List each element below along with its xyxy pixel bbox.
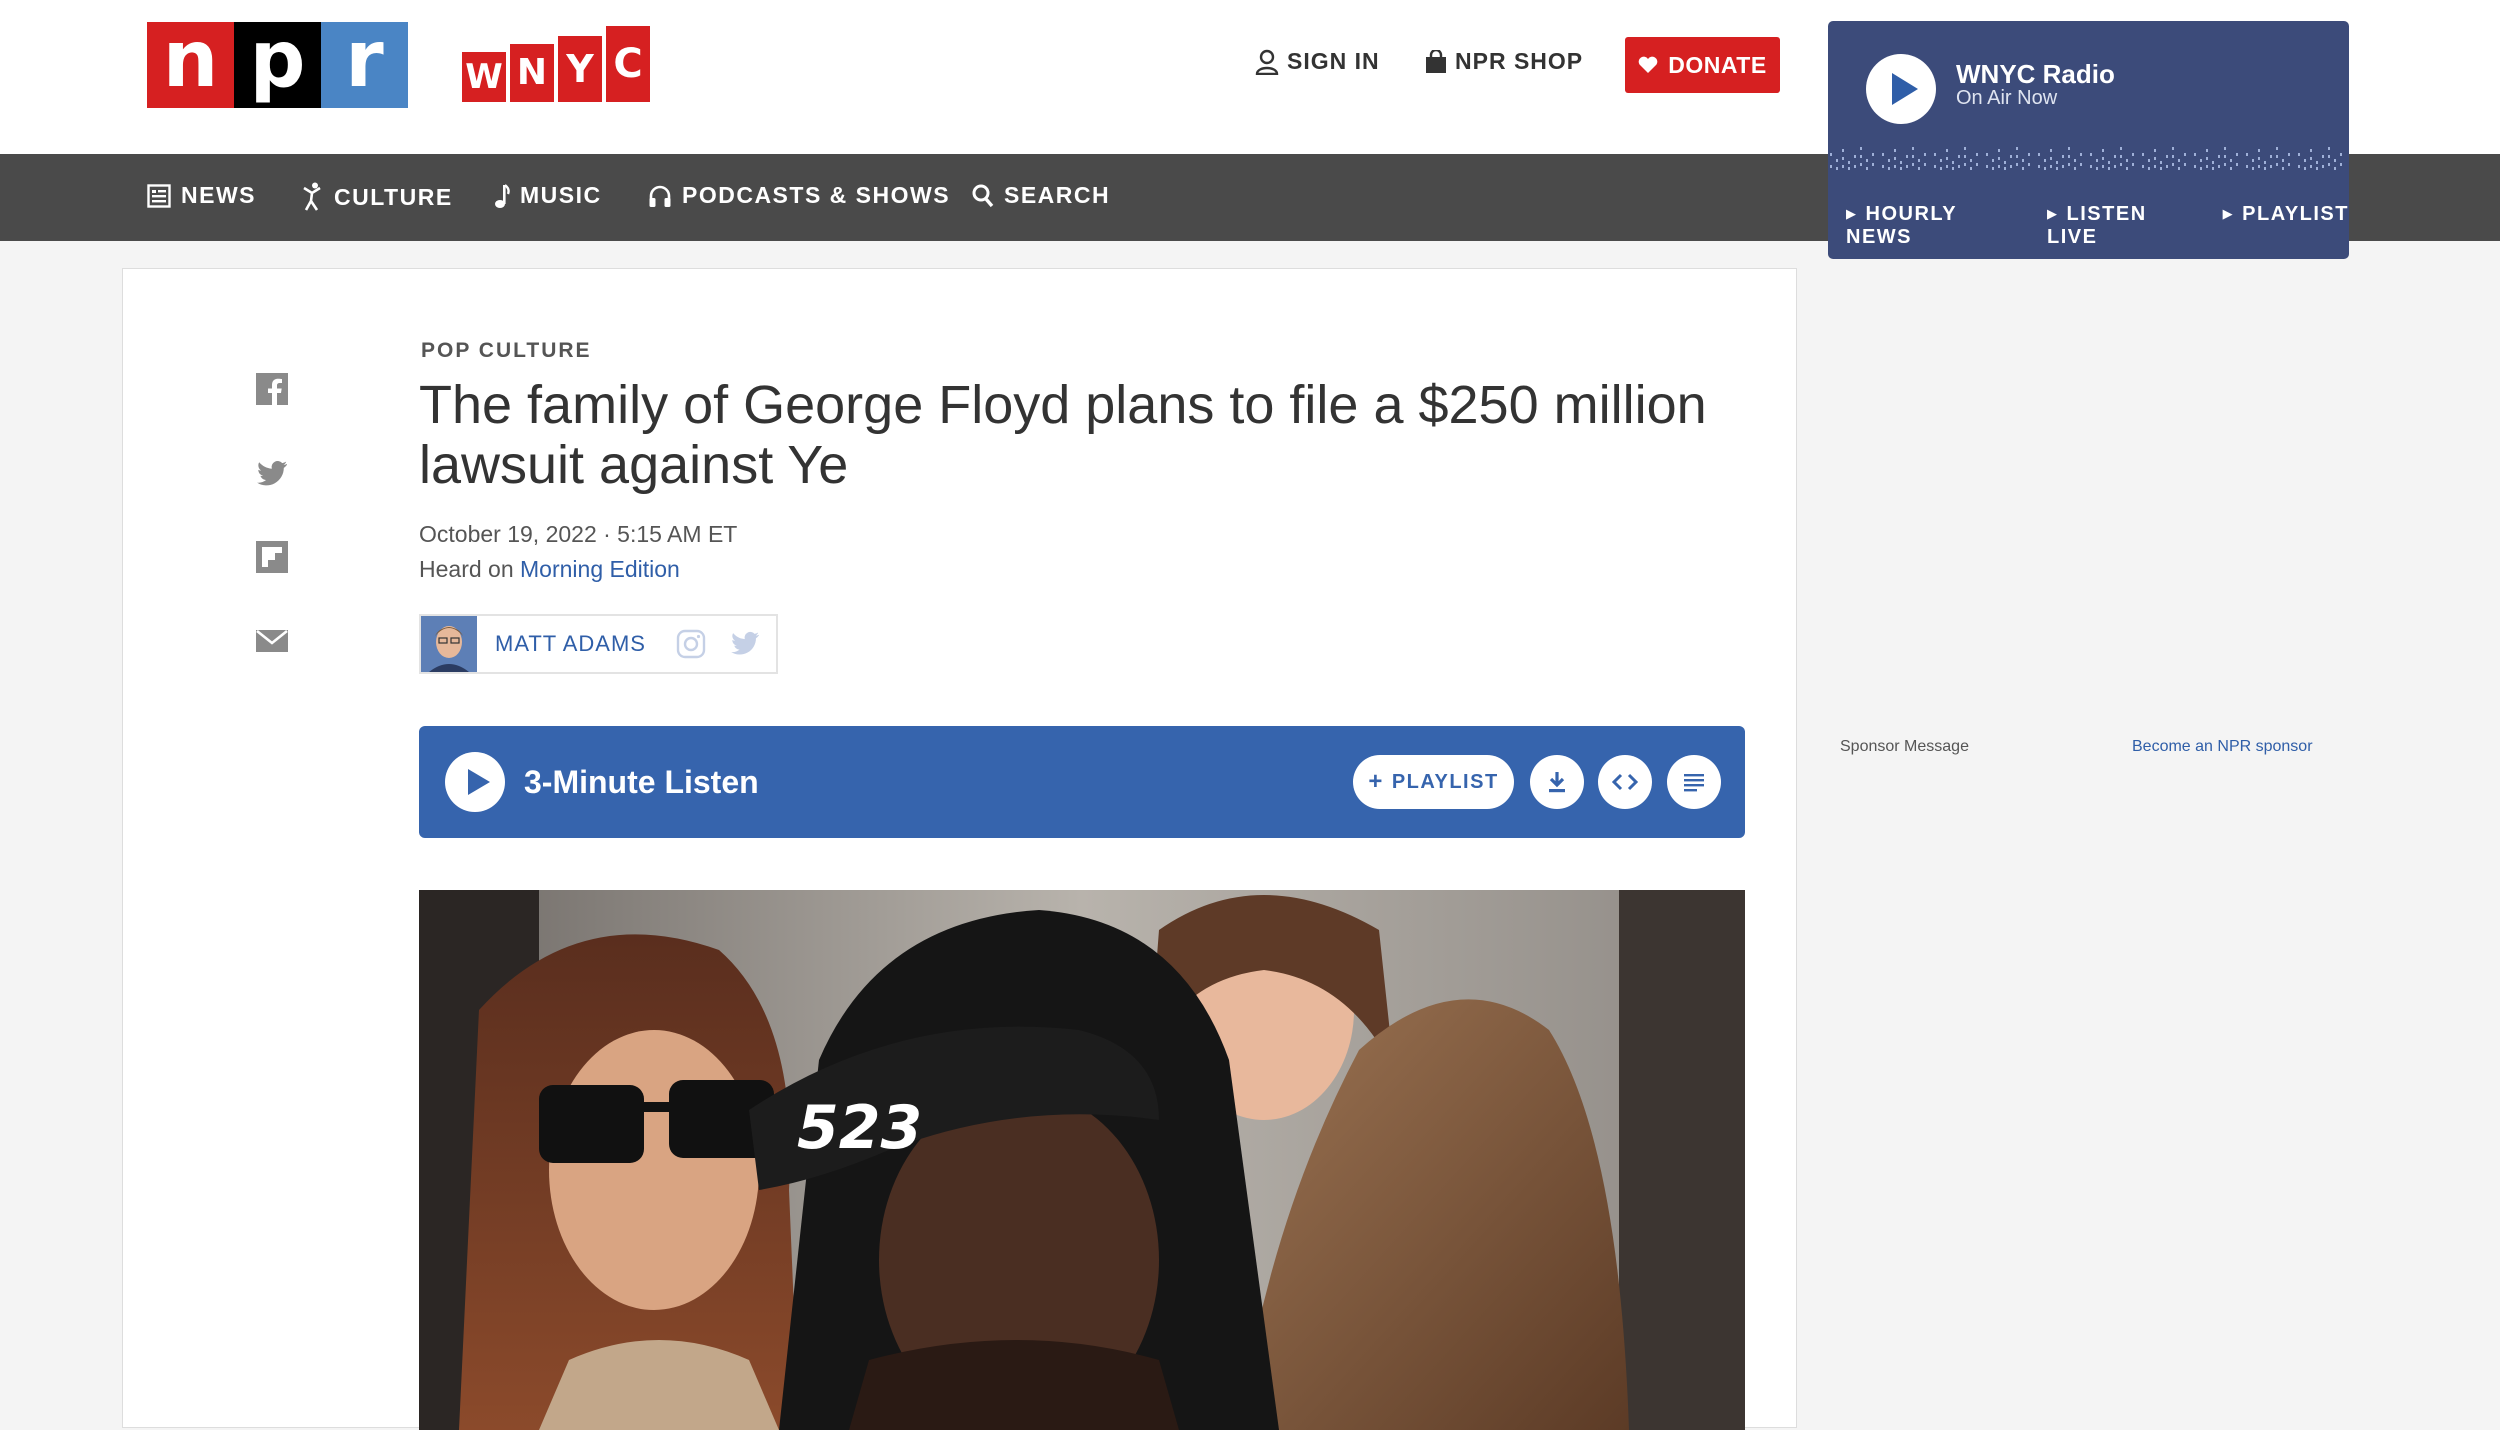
author-name-link[interactable]: MATT ADAMS <box>495 631 646 657</box>
npr-shop-link[interactable]: NPR SHOP <box>1425 48 1583 75</box>
shopping-bag-icon <box>1426 49 1446 73</box>
cap-logo-text: 523 <box>797 1093 922 1163</box>
nav-item-podcasts[interactable]: PODCASTS & SHOWS <box>648 182 950 209</box>
nav-item-search[interactable]: SEARCH <box>972 182 1110 209</box>
radio-link-hourly-news[interactable]: ▶ HOURLY NEWS <box>1846 203 2021 249</box>
wnyc-logo-n: N <box>510 44 554 102</box>
search-icon <box>972 184 994 207</box>
radio-link-label: LISTEN LIVE <box>2047 203 2147 248</box>
article-lead-photo[interactable]: 523 <box>419 890 1745 1430</box>
twitter-icon[interactable] <box>256 457 288 489</box>
npr-shop-label: NPR SHOP <box>1455 48 1584 74</box>
playlist-label: PLAYLIST <box>1391 770 1499 793</box>
wnyc-logo[interactable]: W N Y C <box>462 26 650 102</box>
dancer-icon <box>303 182 321 211</box>
instagram-icon[interactable] <box>676 629 706 659</box>
nav-label-search: SEARCH <box>1004 182 1111 208</box>
nav-label-music: MUSIC <box>520 182 602 208</box>
twitter-icon[interactable] <box>730 631 760 657</box>
email-icon[interactable] <box>256 625 288 657</box>
radio-link-label: PLAYLIST <box>2242 203 2349 225</box>
play-triangle-icon: ▶ <box>2047 206 2059 221</box>
user-icon <box>1255 49 1279 75</box>
facebook-icon[interactable] <box>256 373 288 405</box>
play-triangle-icon: ▶ <box>2222 206 2235 221</box>
wnyc-logo-w: W <box>462 52 506 102</box>
heard-on-line: Heard on Morning Edition <box>419 556 680 583</box>
nav-item-music[interactable]: MUSIC <box>494 182 602 209</box>
plus-icon: + <box>1368 768 1384 795</box>
wnyc-logo-c: C <box>606 26 650 102</box>
sign-in-label: SIGN IN <box>1287 48 1380 74</box>
audio-waveform-graphic <box>1828 145 2349 173</box>
download-button[interactable] <box>1530 755 1584 809</box>
donate-label: DONATE <box>1668 51 1767 78</box>
heart-icon <box>1638 56 1658 73</box>
npr-logo-n: n <box>147 21 234 108</box>
flipboard-icon[interactable] <box>256 541 288 573</box>
nav-item-news[interactable]: NEWS <box>147 182 256 209</box>
radio-link-listen-live[interactable]: ▶ LISTEN LIVE <box>2047 203 2197 249</box>
radio-player-widget: WNYC Radio On Air Now ▶ HOURLY NEWS ▶ LIST… <box>1828 21 2349 259</box>
transcript-lines-icon <box>1684 774 1704 792</box>
add-to-playlist-button[interactable]: + PLAYLIST <box>1353 755 1514 809</box>
music-note-icon <box>495 183 510 208</box>
headphones-icon <box>649 185 671 207</box>
download-icon <box>1549 772 1565 793</box>
radio-on-air-label: On Air Now <box>1956 87 2058 109</box>
nav-label-podcasts: PODCASTS & SHOWS <box>682 182 951 208</box>
play-triangle-icon: ▶ <box>1846 206 1858 221</box>
radio-link-playlist[interactable]: ▶ PLAYLIST <box>2223 203 2349 249</box>
audio-play-button[interactable] <box>445 752 505 812</box>
embed-code-icon <box>1612 773 1638 791</box>
article-dateline: October 19, 2022 · 5:15 AM ET <box>419 521 738 547</box>
radio-play-button[interactable] <box>1866 54 1936 124</box>
author-avatar[interactable] <box>421 616 477 672</box>
news-icon <box>147 183 171 208</box>
article-section-label[interactable]: POP CULTURE <box>421 339 592 363</box>
morning-edition-link[interactable]: Morning Edition <box>520 556 680 582</box>
radio-links: ▶ HOURLY NEWS ▶ LISTEN LIVE ▶ PLAYLIST <box>1846 203 2349 249</box>
embed-button[interactable] <box>1598 755 1652 809</box>
nav-label-news: NEWS <box>181 182 256 208</box>
author-byline: MATT ADAMS <box>419 614 778 674</box>
sponsor-message-label: Sponsor Message <box>1840 738 1969 755</box>
npr-logo[interactable]: n p r <box>147 21 408 108</box>
npr-logo-p: p <box>234 21 321 108</box>
radio-link-label: HOURLY NEWS <box>1846 203 1957 248</box>
sign-in-link[interactable]: SIGN IN <box>1255 48 1380 75</box>
wnyc-logo-y: Y <box>558 36 602 102</box>
npr-logo-r: r <box>321 21 408 108</box>
radio-station-title: WNYC Radio <box>1956 59 2115 89</box>
article-card: POP CULTURE The family of George Floyd p… <box>122 268 1797 1430</box>
become-sponsor-link[interactable]: Become an NPR sponsor <box>2132 738 2313 756</box>
nav-item-culture[interactable]: CULTURE <box>302 182 453 212</box>
transcript-button[interactable] <box>1667 755 1721 809</box>
heard-on-prefix: Heard on <box>419 556 521 582</box>
article-headline: The family of George Floyd plans to file… <box>419 375 1707 495</box>
audio-duration-label: 3-Minute Listen <box>524 764 759 800</box>
audio-player: 3-Minute Listen + PLAYLIST <box>419 726 1745 838</box>
nav-label-culture: CULTURE <box>334 183 453 210</box>
donate-button[interactable]: DONATE <box>1625 37 1780 93</box>
